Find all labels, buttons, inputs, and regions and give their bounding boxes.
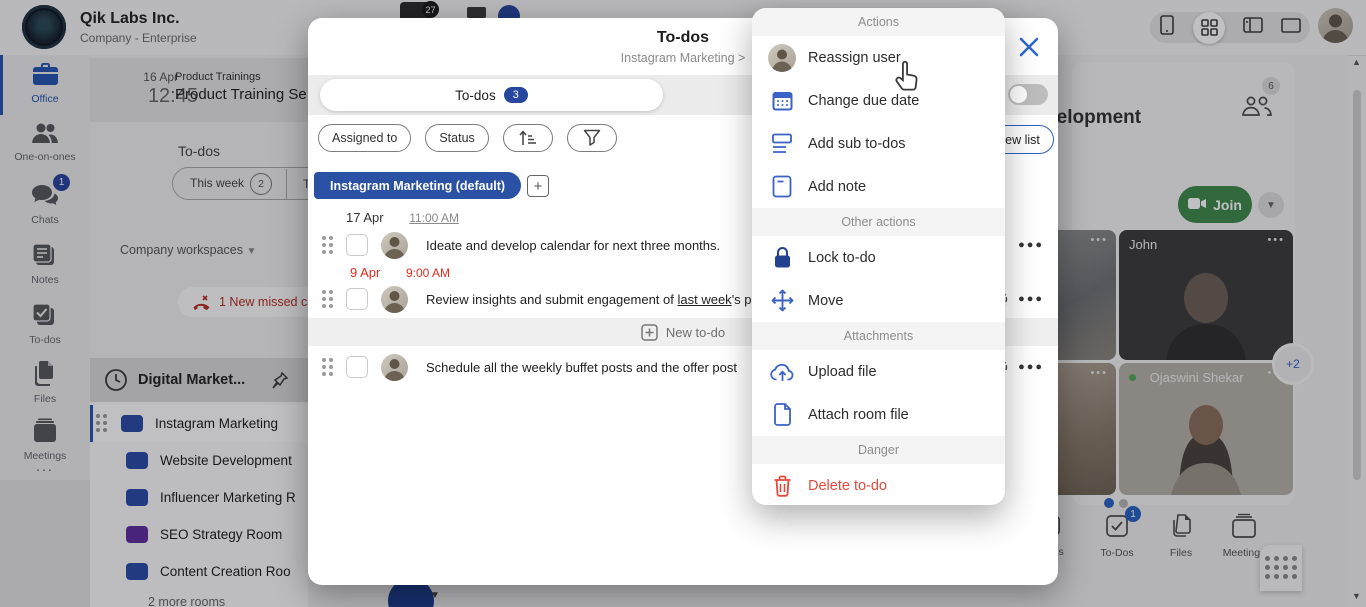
todos-count-badge: 3 [504,87,528,103]
task-text: Schedule all the weekly buffet posts and… [426,360,737,375]
close-icon[interactable] [1016,34,1042,60]
task-date-row-overdue: 9 Apr 9:00 AM [350,265,450,280]
todo-context-menu: Actions Reassign user Change due date Ad… [752,8,1005,505]
menu-item-move[interactable]: Move [752,279,1005,322]
menu-item-label: Reassign user [808,50,901,66]
list-tab-instagram-default[interactable]: Instagram Marketing (default) [314,172,521,199]
task-text: Ideate and develop calendar for next thr… [426,238,720,253]
task-time[interactable]: 9:00 AM [406,266,450,280]
filter-assigned-to[interactable]: Assigned to [318,124,411,152]
menu-item-label: Delete to-do [808,478,887,494]
task-time[interactable]: 11:00 AM [409,211,459,225]
menu-section-danger: Danger [752,436,1005,464]
completed-toggle[interactable] [1008,84,1048,105]
pointer-cursor [890,58,926,94]
plus-icon [641,324,658,341]
menu-item-label: Change due date [808,93,919,109]
task-options-icon[interactable]: ●●● [1018,293,1044,305]
drag-handle-icon[interactable] [322,290,334,309]
user-avatar-icon [768,44,796,72]
task-options-icon[interactable]: ●●● [1018,361,1044,373]
menu-item-add-sub-todos[interactable]: Add sub to-dos [752,122,1005,165]
note-icon [768,175,796,198]
menu-item-label: Move [808,293,843,309]
menu-item-label: Lock to-do [808,250,876,266]
task-date-row: 17 Apr 11:00 AM [346,210,459,225]
file-icon [768,403,796,426]
drag-handle-icon[interactable] [322,358,334,377]
move-arrows-icon [768,289,796,312]
menu-item-label: Attach room file [808,407,909,423]
task-checkbox[interactable] [346,234,368,256]
menu-item-delete-todo[interactable]: Delete to-do [752,464,1005,507]
task-text: Review insights and submit engagement of… [426,292,775,307]
menu-pointer [1003,228,1018,252]
trash-icon [768,475,796,497]
menu-item-lock-todo[interactable]: Lock to-do [752,236,1005,279]
menu-item-upload-file[interactable]: Upload file [752,350,1005,393]
menu-item-change-due-date[interactable]: Change due date [752,79,1005,122]
task-checkbox[interactable] [346,356,368,378]
task-options-icon[interactable]: ●●● [1018,239,1044,251]
task-date: 9 Apr [350,265,380,280]
menu-item-reassign-user[interactable]: Reassign user [752,36,1005,79]
task-date: 17 Apr [346,210,384,225]
tab-label: To-dos [455,88,496,103]
tab-todos[interactable]: To-dos 3 [320,79,663,111]
menu-item-label: Upload file [808,364,877,380]
menu-item-attach-room-file[interactable]: Attach room file [752,393,1005,436]
menu-item-label: Add note [808,179,866,195]
assignee-avatar[interactable] [381,286,408,313]
app-root: Qik Labs Inc. Company - Enterprise 27 [0,0,1366,607]
assignee-avatar[interactable] [381,354,408,381]
menu-item-add-note[interactable]: Add note [752,165,1005,208]
task-checkbox[interactable] [346,288,368,310]
cloud-upload-icon [768,362,796,382]
assignee-avatar[interactable] [381,232,408,259]
add-list-icon[interactable]: + [527,175,549,197]
menu-section-attachments: Attachments [752,322,1005,350]
sub-list-icon [768,133,796,155]
menu-section-other-actions: Other actions [752,208,1005,236]
filter-status[interactable]: Status [425,124,488,152]
menu-section-actions: Actions [752,8,1005,36]
sort-icon[interactable] [503,124,553,152]
funnel-filter-icon[interactable] [567,124,617,152]
calendar-icon [768,89,796,112]
drag-handle-icon[interactable] [322,236,334,255]
lock-icon [768,246,796,269]
menu-item-label: Add sub to-dos [808,136,906,152]
new-todo-label: New to-do [666,325,725,340]
